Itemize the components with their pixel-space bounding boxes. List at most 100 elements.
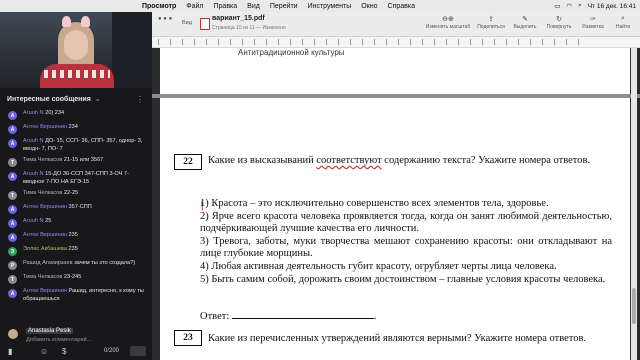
menu-view[interactable]: Вид	[247, 3, 260, 10]
chat-author-name[interactable]: Эллис Акбашева	[23, 246, 67, 252]
zoom-button[interactable]: ⊖⊕ Изменить масштаб	[424, 12, 472, 36]
chat-message[interactable]: A Aruuh N 25	[0, 216, 152, 230]
chat-message[interactable]: Т Тима Челкасов 22-25	[0, 188, 152, 202]
search-icon[interactable]: ⌕	[578, 2, 582, 10]
menu-edit[interactable]: Правка	[214, 3, 238, 10]
wifi-icon[interactable]: ◠	[566, 2, 572, 10]
chat-message-text: 20) 234	[45, 110, 65, 116]
chat-message-body: Aruuh N ДО- 15, ССП- 36, СПП- 357, однор…	[23, 138, 148, 153]
zoom-label: Изменить масштаб	[425, 24, 471, 30]
clock[interactable]: Чт 16 дек. 16:41	[588, 3, 636, 10]
chat-author-name[interactable]: Aruuh N	[23, 171, 44, 177]
chat-message[interactable]: Т Тима Челкасов 21-15 или 3567	[0, 155, 152, 169]
find-button[interactable]: ⌕ Найти	[608, 12, 638, 36]
comment-input[interactable]: Добавить комментарий...	[26, 337, 91, 343]
currency-icon[interactable]: $	[62, 347, 66, 356]
menu-go[interactable]: Перейти	[270, 3, 298, 10]
menu-help[interactable]: Справка	[388, 3, 415, 10]
avatar[interactable]: A	[8, 111, 17, 120]
chat-author-name[interactable]: Рашид Агамирзаев	[23, 260, 73, 266]
chat-author-name[interactable]: Тима Челкасов	[23, 190, 62, 196]
share-label: Поделиться	[477, 24, 505, 30]
send-button[interactable]	[130, 346, 146, 356]
menu-tools[interactable]: Инструменты	[308, 3, 352, 10]
pdf-viewer-window: ● ● ● Вид вариант_15.pdf Страница 10 из …	[152, 12, 640, 360]
chat-message-body: Тима Челкасов 23-245	[23, 274, 81, 282]
avatar[interactable]: Р	[8, 261, 17, 271]
answer-label: Ответ:	[200, 311, 230, 322]
chat-message-text: зачем ты это создала?)	[74, 260, 136, 267]
menu-bar: Просмотр Файл Правка Вид Перейти Инструм…	[0, 0, 640, 12]
chat-footer: ▮ ☺ $ 0/200	[0, 344, 152, 360]
chat-message[interactable]: А Антон Вершинин 235	[0, 230, 152, 244]
chat-message[interactable]: А Антон Вершинин 357-СПП	[0, 202, 152, 216]
emoji-icon[interactable]: ☺	[40, 347, 48, 356]
chat-message[interactable]: Р Рашид Агамирзаев зачем ты это создала?)	[0, 258, 152, 272]
chat-author-name[interactable]: Антон Вершинин	[23, 124, 67, 130]
chat-message-text: 25	[45, 218, 52, 225]
vertical-scrollbar[interactable]	[631, 48, 637, 360]
menu-app[interactable]: Просмотр	[142, 3, 176, 10]
avatar[interactable]: А	[8, 233, 17, 243]
chat-author-name[interactable]: Aruuh N	[23, 138, 44, 144]
chevron-down-icon[interactable]: ⌄	[95, 95, 101, 103]
pdf-file-icon	[200, 18, 210, 30]
markup-icon: ✑	[590, 16, 596, 23]
avatar[interactable]: Т	[8, 275, 17, 285]
chat-message[interactable]: A Aruuh N ДО- 15, ССП- 36, СПП- 357, одно…	[0, 136, 152, 155]
chat-author-name[interactable]: Тима Челкасов	[23, 274, 62, 280]
avatar[interactable]: Т	[8, 158, 17, 168]
avatar[interactable]: Т	[8, 191, 17, 201]
chat-message[interactable]: Э Эллис Акбашева 235	[0, 244, 152, 258]
viewer-toolbar: ● ● ● Вид вариант_15.pdf Страница 10 из …	[152, 12, 640, 37]
chat-message-text: 234	[68, 124, 78, 130]
chat-author-name[interactable]: Антон Вершинин	[23, 288, 67, 294]
markup-button[interactable]: ✑ Разметка	[576, 12, 610, 36]
more-icon[interactable]: ⋮	[136, 95, 144, 104]
avatar[interactable]: А	[8, 205, 17, 215]
chat-message[interactable]: Т Тима Челкасов 23-245	[0, 272, 152, 286]
chat-header[interactable]: Интересные сообщения ⌄ ⋮	[0, 90, 152, 108]
window-controls[interactable]: ● ● ●	[158, 16, 172, 22]
scroll-thumb[interactable]	[632, 288, 636, 324]
chat-message-text: 235	[68, 232, 78, 239]
rotate-label: Повернуть	[546, 24, 572, 30]
chat-author-name[interactable]: Aruuh N	[23, 218, 44, 224]
question-23-prompt: Какие из перечисленных утверждений являю…	[208, 333, 587, 344]
question-number-23: 23	[174, 330, 202, 346]
char-counter: 0/200	[104, 348, 120, 354]
chat-message[interactable]: А Антон Вершинин 234	[0, 122, 152, 136]
rotate-button[interactable]: ↻ Повернуть	[542, 12, 576, 36]
chat-author-name[interactable]: Антон Вершинин	[23, 204, 67, 210]
chat-author-name[interactable]: Антон Вершинин	[23, 232, 67, 238]
highlight-button[interactable]: ✎ Выделить	[508, 12, 542, 36]
avatar[interactable]: А	[8, 125, 17, 134]
chat-author-name[interactable]: Aruuh N	[23, 110, 44, 116]
avatar[interactable]: А	[8, 289, 17, 299]
avatar[interactable]: A	[8, 172, 17, 182]
menu-window[interactable]: Окно	[361, 3, 377, 10]
document-title[interactable]: вариант_15.pdf	[212, 15, 265, 22]
chat-message-body: Aruuh N 20) 234	[23, 110, 64, 118]
chat-message[interactable]: A Aruuh N 15-ДО 36-ССП 347-СПП 3-ОЧ 7-вво…	[0, 169, 152, 188]
markup-ruler	[152, 37, 640, 48]
answer-field[interactable]	[231, 309, 374, 319]
share-button[interactable]: ⇪ Поделиться	[474, 12, 508, 36]
chat-message[interactable]: А Антон Вершинин Рашид, интересно, к кому…	[0, 286, 152, 305]
battery-icon[interactable]: ▭	[554, 2, 560, 10]
stats-icon[interactable]: ▮	[8, 347, 12, 356]
avatar[interactable]: A	[8, 139, 17, 148]
avatar[interactable]: A	[8, 219, 17, 229]
chat-message-body: Рашид Агамирзаев зачем ты это создала?)	[23, 260, 135, 268]
chat-author-name[interactable]: Тима Челкасов	[23, 157, 62, 163]
webcam-feed	[0, 12, 152, 88]
comment-composer[interactable]: Anastasia Pesik Добавить комментарий...	[0, 326, 152, 344]
chat-message-list[interactable]: A Aruuh N 20) 234 А Антон Вершинин 234 A Aruu…	[0, 108, 152, 318]
chat-message[interactable]: A Aruuh N 20) 234	[0, 108, 152, 122]
view-label[interactable]: Вид	[182, 20, 192, 26]
menu-file[interactable]: Файл	[186, 3, 203, 10]
option-5: 5) Быть самим собой, дорожить своим дост…	[200, 274, 606, 285]
ruler-ticks	[158, 39, 588, 45]
chat-message-text: 21-15 или 3567	[63, 157, 104, 164]
avatar[interactable]: Э	[8, 247, 17, 257]
